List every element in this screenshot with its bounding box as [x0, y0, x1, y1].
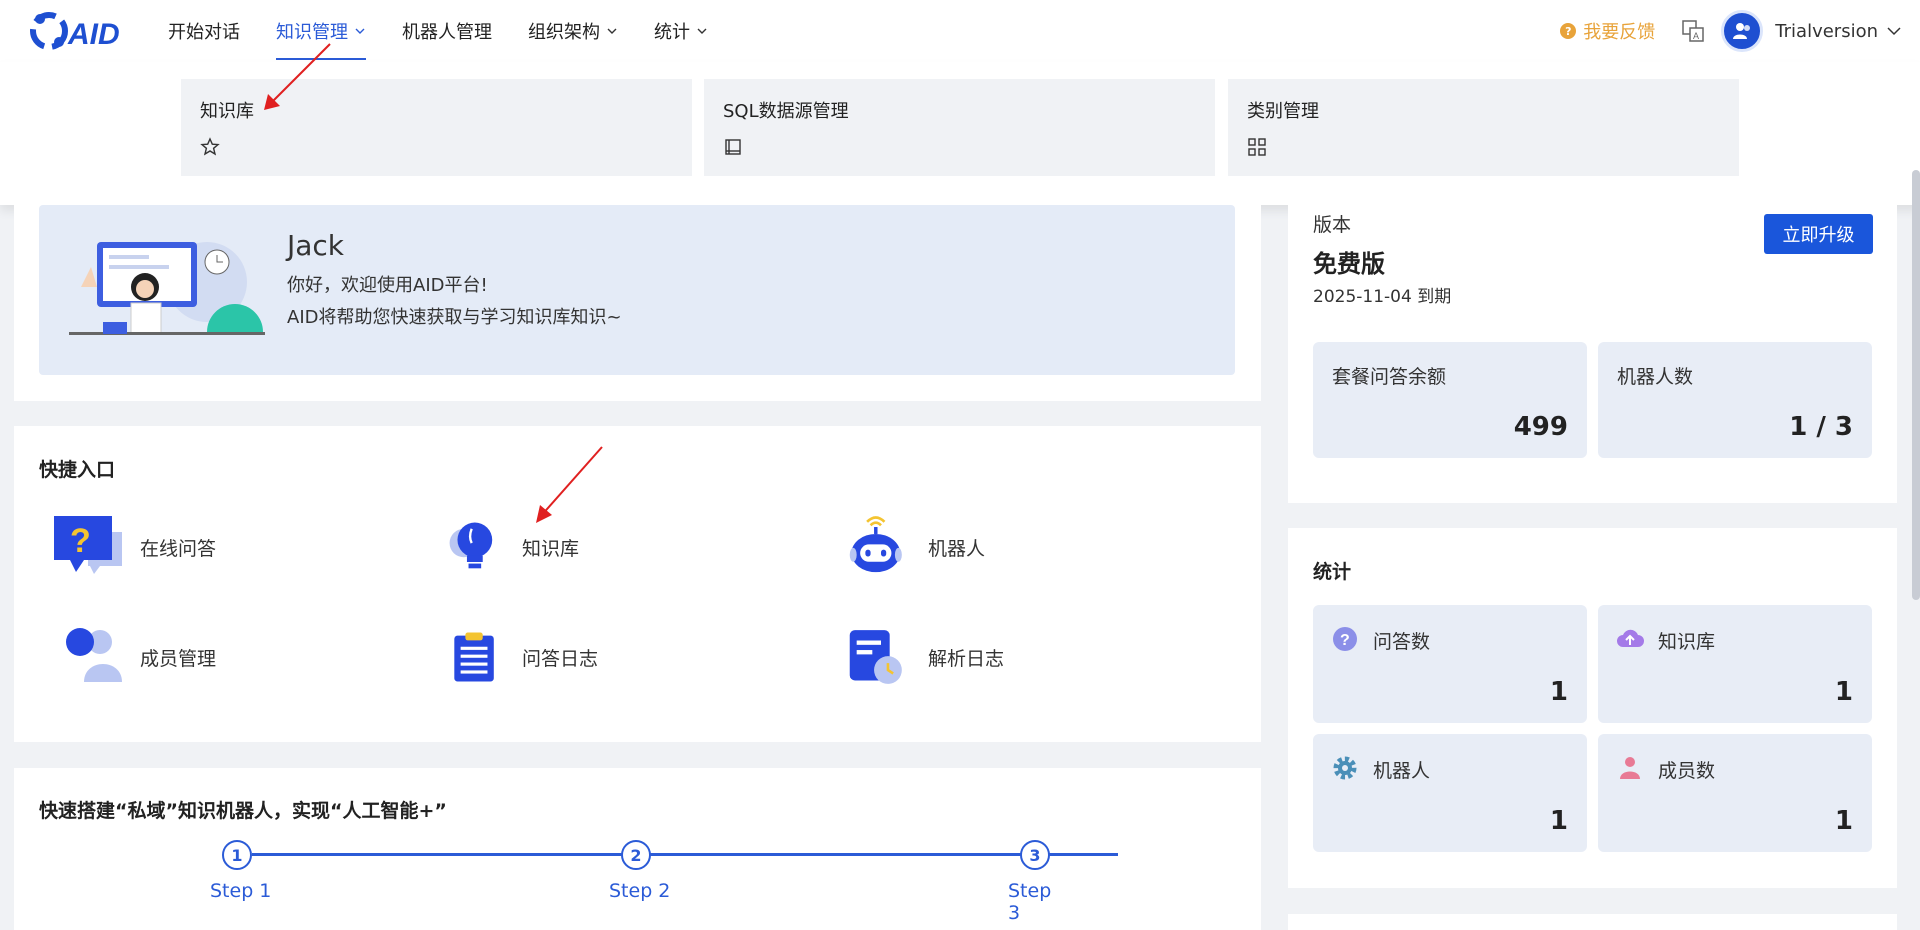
step-connector — [252, 853, 1118, 856]
nav-label: 机器人管理 — [402, 22, 492, 43]
quick-item-label: 解析日志 — [928, 647, 1005, 670]
stat-label: 机器人 — [1373, 760, 1431, 782]
quick-item-parse-log[interactable]: 解析日志 — [848, 624, 1004, 690]
quick-item-label: 知识库 — [522, 537, 580, 560]
quick-entry-title: 快捷入口 — [39, 459, 116, 481]
svg-text:?: ? — [70, 522, 91, 560]
stat-robots[interactable]: 机器人 1 — [1313, 734, 1587, 852]
welcome-illustration — [69, 242, 265, 335]
bottom-panel — [1288, 914, 1897, 930]
header-tools: ? 我要反馈 A Trialversion — [1560, 0, 1920, 62]
nav-label: 统计 — [654, 22, 690, 43]
cloud-upload-icon — [1617, 629, 1644, 647]
svg-text:A: A — [1693, 31, 1699, 41]
book-icon — [725, 139, 741, 155]
scrollbar[interactable] — [1912, 170, 1920, 600]
dropdown-item-label: 类别管理 — [1247, 101, 1319, 122]
quick-item-qa-log[interactable]: 问答日志 — [448, 624, 598, 690]
nav-label: 开始对话 — [168, 22, 240, 43]
quick-item-label: 机器人 — [928, 537, 986, 560]
annotation-arrow-icon — [264, 43, 331, 110]
chevron-down-icon — [697, 28, 707, 34]
feedback-link[interactable]: ? 我要反馈 — [1560, 18, 1655, 44]
avatar[interactable] — [1721, 10, 1764, 52]
lightbulb-icon — [449, 522, 493, 569]
person-icon — [1620, 757, 1640, 779]
build-title: 快速搭建“私域”知识机器人，实现“人工智能+” — [39, 800, 447, 822]
robot-count-value: 1 / 3 — [1789, 412, 1853, 442]
stat-members[interactable]: 成员数 1 — [1598, 734, 1872, 852]
stat-label: 问答数 — [1373, 631, 1431, 653]
version-label: 版本 — [1313, 214, 1352, 236]
step-2-label: Step 2 — [609, 880, 671, 902]
quick-item-label: 问答日志 — [522, 647, 599, 670]
nav-start-chat[interactable]: 开始对话 — [168, 0, 240, 62]
dropdown-item-knowledge-base[interactable]: 知识库 — [181, 79, 692, 176]
step-progress: 1 2 3 Step 1 Step 2 Step 3 — [40, 838, 1118, 924]
version-expiry: 2025-11-04 到期 — [1313, 287, 1452, 307]
user-name: Jack — [287, 229, 345, 262]
step-3-dot[interactable]: 3 — [1020, 840, 1050, 870]
step-3-label: Step 3 — [1008, 880, 1052, 924]
stat-value: 1 — [1549, 806, 1568, 836]
stat-value: 1 — [1834, 806, 1853, 836]
question-icon: ? — [1560, 23, 1577, 39]
gear-icon — [1333, 756, 1357, 780]
username[interactable]: Trialversion — [1775, 21, 1878, 42]
step-1-label: Step 1 — [210, 880, 272, 902]
chevron-down-icon — [607, 28, 617, 34]
users-icon — [1733, 23, 1751, 39]
step-2-dot[interactable]: 2 — [621, 840, 651, 870]
statistics-title: 统计 — [1313, 561, 1352, 583]
dropdown-item-sql-datasource[interactable]: SQL数据源管理 — [704, 79, 1215, 176]
stat-qa-count[interactable]: ? 问答数 1 — [1313, 605, 1587, 723]
quick-item-robot[interactable]: 机器人 — [848, 514, 985, 580]
question-bubble-icon: ? — [54, 516, 122, 574]
stat-label: 成员数 — [1658, 760, 1716, 782]
robot-count-card: 机器人数 1 / 3 — [1598, 342, 1872, 458]
robot-count-label: 机器人数 — [1617, 366, 1694, 388]
dropdown-item-category-management[interactable]: 类别管理 — [1228, 79, 1739, 176]
quick-item-label: 在线问答 — [140, 537, 217, 560]
nav-statistics[interactable]: 统计 — [654, 0, 708, 62]
star-icon — [200, 137, 220, 156]
nav-organization[interactable]: 组织架构 — [528, 0, 618, 62]
dropdown-item-label: SQL数据源管理 — [723, 101, 849, 122]
grid-icon — [1248, 138, 1266, 156]
stat-knowledge-base[interactable]: 知识库 1 — [1598, 605, 1872, 723]
quota-label: 套餐问答余额 — [1332, 366, 1447, 388]
nav-label: 组织架构 — [528, 22, 600, 43]
stat-value: 1 — [1549, 677, 1568, 707]
svg-text:?: ? — [1340, 632, 1350, 649]
users-icon — [66, 628, 122, 682]
welcome-text: 你好，欢迎使用AID平台! — [287, 275, 488, 296]
upgrade-button[interactable]: 立即升级 — [1764, 214, 1873, 254]
quick-item-member-management[interactable]: 成员管理 — [50, 624, 216, 690]
translate-icon[interactable]: A — [1681, 19, 1705, 43]
aid-logo[interactable]: AID — [26, 8, 136, 54]
version-name: 免费版 — [1313, 250, 1385, 278]
main-nav: 开始对话 知识管理 机器人管理 组织架构 统计 — [168, 0, 744, 62]
quick-entry-panel — [14, 426, 1261, 742]
chevron-down-icon — [355, 28, 365, 34]
document-clock-icon — [849, 630, 902, 684]
stat-value: 1 — [1834, 677, 1853, 707]
chevron-down-icon[interactable] — [1886, 23, 1902, 39]
annotation-arrow-icon — [536, 446, 603, 523]
quota-card: 套餐问答余额 499 — [1313, 342, 1587, 458]
nav-robot-management[interactable]: 机器人管理 — [402, 0, 492, 62]
robot-icon — [849, 516, 902, 573]
welcome-banner: Jack 你好，欢迎使用AID平台! AID将帮助您快速获取与学习知识库知识~ — [39, 205, 1235, 375]
clipboard-icon — [454, 632, 494, 682]
quota-value: 499 — [1513, 412, 1568, 442]
feedback-label: 我要反馈 — [1583, 22, 1656, 43]
svg-text:AID: AID — [67, 18, 120, 51]
quick-item-label: 成员管理 — [140, 647, 217, 670]
quick-item-online-qa[interactable]: ? 在线问答 — [50, 514, 216, 580]
stat-label: 知识库 — [1658, 631, 1716, 653]
question-circle-icon: ? — [1333, 627, 1357, 651]
step-1-dot[interactable]: 1 — [222, 840, 252, 870]
welcome-subtext: AID将帮助您快速获取与学习知识库知识~ — [287, 307, 622, 328]
